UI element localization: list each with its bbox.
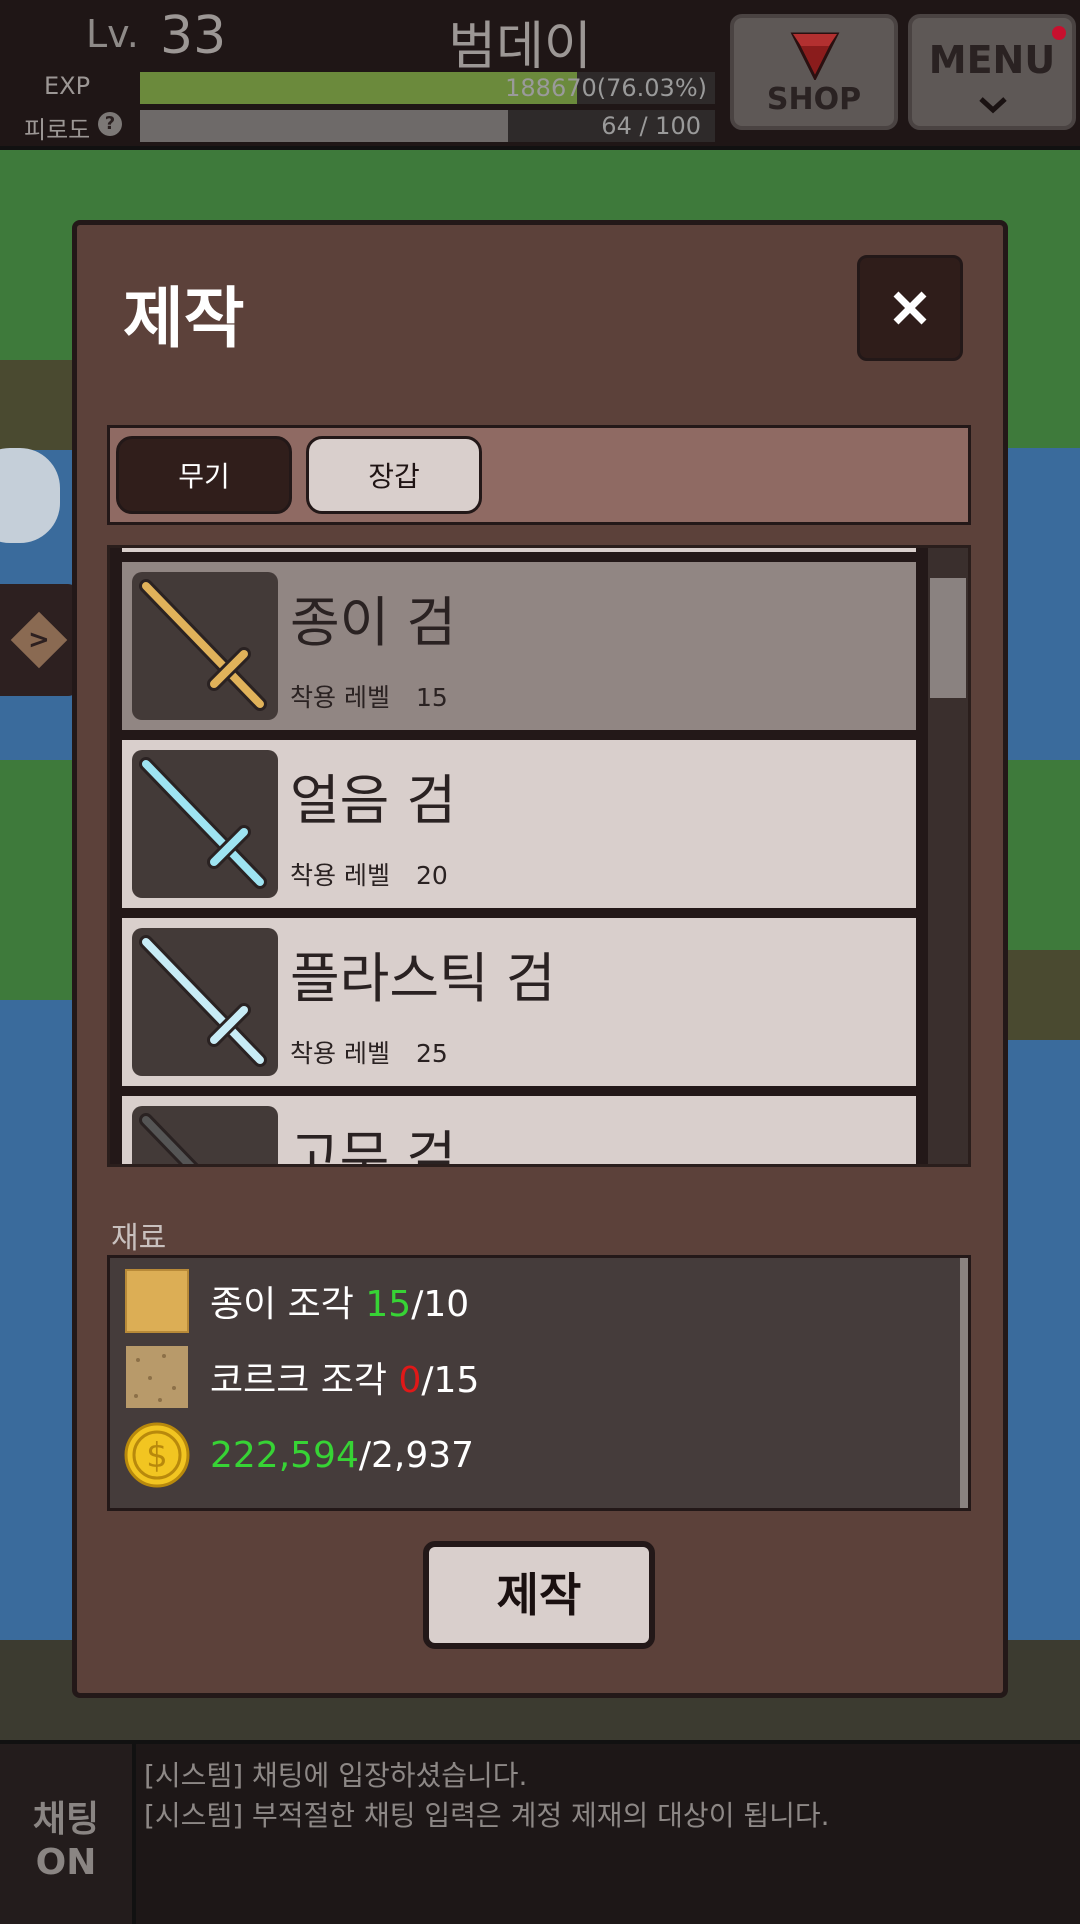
scrollbar-thumb[interactable] bbox=[930, 578, 966, 698]
close-icon bbox=[893, 291, 927, 325]
exp-text: 188670(76.03%) bbox=[505, 74, 707, 102]
list-item[interactable]: 얼음 검 착용 레벨 20 bbox=[122, 740, 916, 908]
dialog-title: 제작 bbox=[123, 280, 245, 357]
gold-coin-icon: $ bbox=[124, 1422, 190, 1488]
paper-piece-icon bbox=[125, 1269, 189, 1333]
chat-panel: 채팅 ON [시스템] 채팅에 입장하셨습니다. [시스템] 부적절한 채팅 입… bbox=[0, 1740, 1080, 1924]
ruby-gem-icon bbox=[790, 32, 840, 80]
chat-toggle-state: ON bbox=[35, 1842, 97, 1883]
item-level: 착용 레벨 25 bbox=[290, 1039, 448, 1068]
material-name: 종이 조각 bbox=[210, 1284, 354, 1325]
tab-gloves[interactable]: 장갑 bbox=[306, 436, 482, 514]
paper-sword-icon bbox=[132, 572, 278, 720]
level-label: Lv. bbox=[86, 12, 139, 56]
item-list[interactable]: 종이 검 착용 레벨 15 얼음 검 착용 레벨 20 플라스틱 검 착용 레벨 25… bbox=[107, 545, 971, 1167]
arrow-glyph: > bbox=[28, 624, 50, 655]
arrow-right-icon: > bbox=[10, 611, 68, 669]
material-have: 15 bbox=[365, 1284, 412, 1325]
material-need: /10 bbox=[411, 1284, 470, 1325]
material-need: /15 bbox=[421, 1360, 480, 1401]
menu-label: MENU bbox=[928, 38, 1056, 82]
plastic-sword-icon bbox=[132, 928, 278, 1076]
svg-text:$: $ bbox=[146, 1436, 168, 1476]
help-icon[interactable]: ? bbox=[98, 112, 122, 136]
material-have: 0 bbox=[398, 1360, 422, 1401]
material-row: 코르크 조각 0/15 bbox=[124, 1344, 479, 1410]
shop-label: SHOP bbox=[766, 82, 862, 117]
chat-toggle-button[interactable]: 채팅 ON bbox=[0, 1744, 136, 1924]
list-item[interactable]: 플라스틱 검 착용 레벨 25 bbox=[122, 918, 916, 1086]
rubber-sword-icon bbox=[132, 1106, 278, 1164]
ice-sword-icon bbox=[132, 750, 278, 898]
list-item[interactable]: 종이 검 착용 레벨 15 bbox=[122, 562, 916, 730]
chat-toggle-label: 채팅 bbox=[32, 1799, 100, 1840]
chat-message: [시스템] 채팅에 입장하셨습니다. bbox=[144, 1759, 528, 1792]
fatigue-bar: 64 / 100 bbox=[140, 110, 715, 142]
category-tabs: 무기 장갑 bbox=[107, 425, 971, 525]
crafting-dialog: 제작 무기 장갑 종이 검 착용 레벨 15 얼음 검 착용 레벨 20 플라스… bbox=[72, 220, 1008, 1698]
item-level: 착용 레벨 15 bbox=[290, 683, 448, 712]
cork-piece-icon bbox=[126, 1346, 188, 1408]
chevron-down-icon bbox=[979, 97, 1007, 114]
item-name: 종이 검 bbox=[290, 591, 457, 654]
list-scrollbar[interactable] bbox=[928, 548, 968, 1164]
fatigue-bar-fill bbox=[140, 110, 508, 142]
chat-message: [시스템] 부적절한 채팅 입력은 계정 제재의 대상이 됩니다. bbox=[144, 1799, 830, 1832]
exp-label: EXP bbox=[44, 72, 91, 100]
item-name: 플라스틱 검 bbox=[290, 947, 556, 1010]
fatigue-text: 64 / 100 bbox=[601, 112, 701, 140]
material-name: 코르크 조각 bbox=[210, 1360, 388, 1401]
materials-box: 종이 조각 15/10 코르크 조각 0/15 $ 222,594/2,937 bbox=[107, 1255, 971, 1511]
item-name: 얼음 검 bbox=[290, 769, 457, 832]
shop-button[interactable]: SHOP bbox=[730, 14, 898, 130]
gold-have: 222,594 bbox=[210, 1434, 359, 1476]
level-value: 33 bbox=[160, 6, 227, 66]
materials-scrollbar[interactable] bbox=[960, 1258, 968, 1508]
exp-bar: 188670(76.03%) bbox=[140, 72, 715, 104]
item-level: 착용 레벨 20 bbox=[290, 861, 448, 890]
player-name: 범데이 bbox=[448, 17, 592, 77]
item-name: 고무 검 bbox=[290, 1125, 457, 1167]
materials-label: 재료 bbox=[111, 1221, 167, 1256]
gold-need: /2,937 bbox=[358, 1434, 475, 1476]
close-button[interactable] bbox=[857, 255, 963, 361]
list-item-partial[interactable] bbox=[122, 548, 916, 552]
notification-dot bbox=[1052, 26, 1066, 40]
side-panel-toggle[interactable]: > bbox=[0, 584, 78, 696]
tab-weapon[interactable]: 무기 bbox=[116, 436, 292, 514]
material-row: $ 222,594/2,937 bbox=[124, 1422, 474, 1488]
top-hud: Lv. 33 범데이 EXP 188670(76.03%) 피로도 ? 64 /… bbox=[0, 0, 1080, 150]
cliff-right bbox=[1000, 950, 1080, 1040]
material-row: 종이 조각 15/10 bbox=[124, 1268, 469, 1334]
fatigue-label: 피로도 bbox=[24, 116, 91, 144]
menu-button[interactable]: MENU bbox=[908, 14, 1076, 130]
craft-button[interactable]: 제작 bbox=[423, 1541, 655, 1649]
list-item[interactable]: 고무 검 bbox=[122, 1096, 916, 1167]
